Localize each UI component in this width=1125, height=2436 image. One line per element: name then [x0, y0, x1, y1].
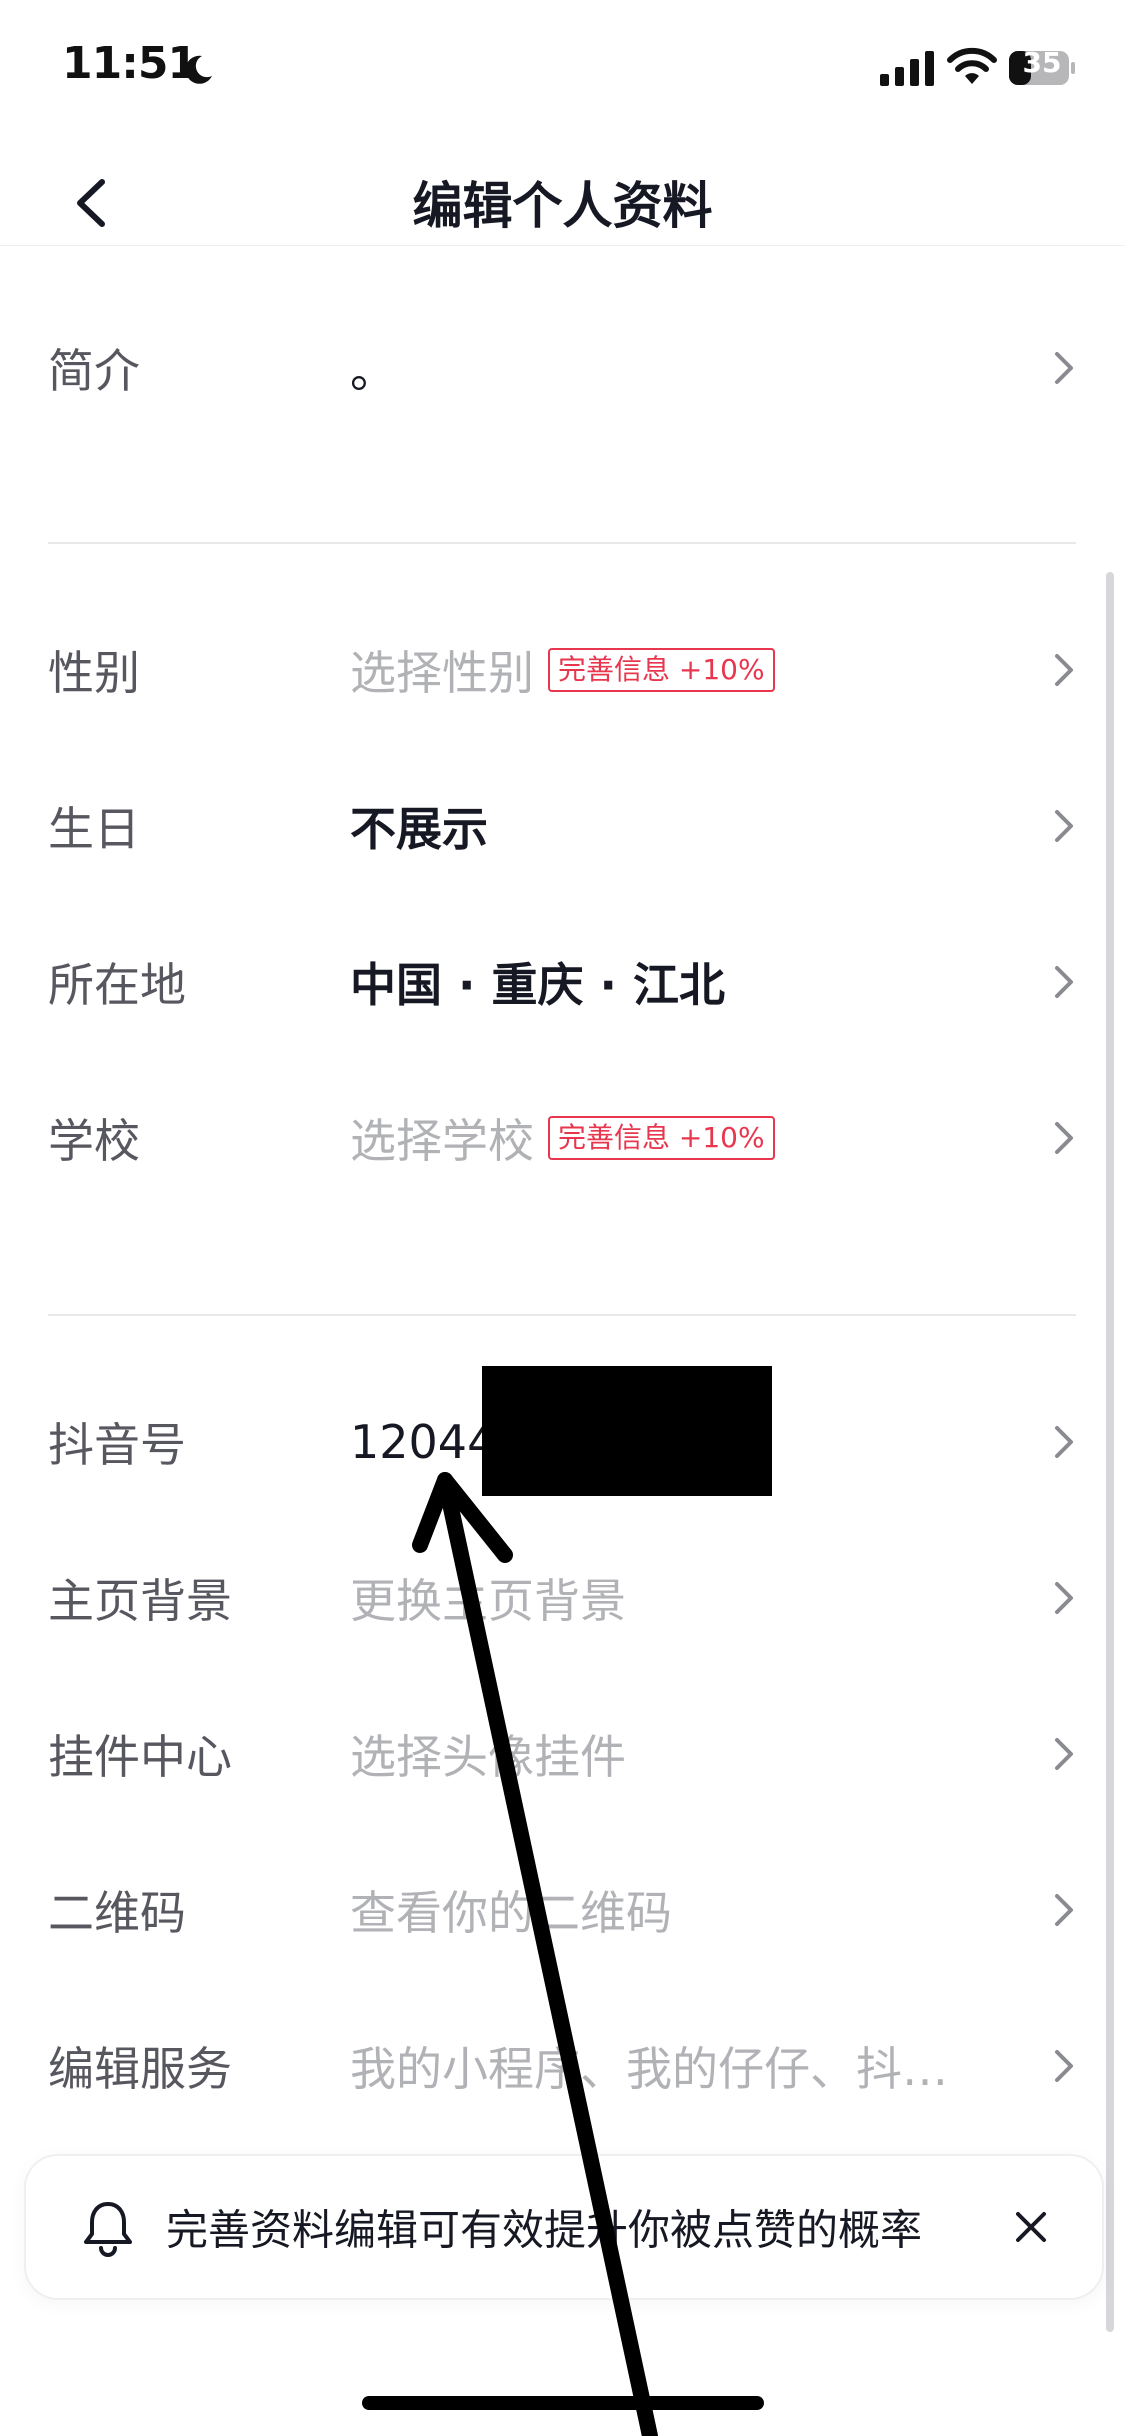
gender-placeholder: 选择性别	[350, 646, 534, 700]
row-value: 我的小程序、我的仔仔、抖…	[350, 2042, 948, 2096]
chevron-right-icon	[1055, 1894, 1073, 1926]
row-school[interactable]: 学校 选择学校 完善信息 +10%	[0, 1060, 1125, 1216]
chevron-right-icon	[1055, 1426, 1073, 1458]
signal-icon	[880, 51, 934, 86]
chevron-right-icon	[1055, 352, 1073, 384]
row-value: 查看你的二维码	[350, 1886, 672, 1940]
row-value: 12044	[350, 1415, 497, 1469]
row-value: 选择头像挂件	[350, 1730, 626, 1784]
row-homepage-background[interactable]: 主页背景 更换主页背景	[0, 1520, 1125, 1676]
row-gender[interactable]: 性别 选择性别 完善信息 +10%	[0, 592, 1125, 748]
row-birthday[interactable]: 生日 不展示	[0, 748, 1125, 904]
row-label: 生日	[48, 802, 140, 856]
battery-level: 35	[1022, 46, 1062, 79]
row-edit-services[interactable]: 编辑服务 我的小程序、我的仔仔、抖…	[0, 1988, 1125, 2144]
chevron-right-icon	[1055, 1738, 1073, 1770]
row-value: 不展示	[350, 802, 488, 856]
row-qr-code[interactable]: 二维码 查看你的二维码	[0, 1832, 1125, 1988]
chevron-right-icon	[1055, 2050, 1073, 2082]
row-label: 学校	[48, 1114, 140, 1168]
chevron-right-icon	[1055, 810, 1073, 842]
row-pendant-center[interactable]: 挂件中心 选择头像挂件	[0, 1676, 1125, 1832]
row-value: 。	[350, 344, 396, 398]
divider	[48, 1314, 1076, 1316]
row-label: 简介	[48, 344, 140, 398]
chevron-right-icon	[1055, 1122, 1073, 1154]
row-label: 编辑服务	[48, 2042, 232, 2096]
moon-icon	[185, 55, 212, 84]
wifi-icon	[947, 47, 997, 84]
tip-banner: 完善资料编辑可有效提升你被点赞的概率	[24, 2154, 1104, 2300]
row-label: 所在地	[48, 958, 186, 1012]
row-value: 选择学校 完善信息 +10%	[350, 1105, 775, 1171]
tip-text: 完善资料编辑可有效提升你被点赞的概率	[166, 2205, 923, 2255]
row-label: 二维码	[48, 1886, 186, 1940]
chevron-right-icon	[1055, 1582, 1073, 1614]
scrollbar[interactable]	[1106, 572, 1114, 2332]
school-placeholder: 选择学校	[350, 1114, 534, 1168]
row-label: 抖音号	[48, 1418, 186, 1472]
row-value: 选择性别 完善信息 +10%	[350, 637, 775, 703]
redaction-block	[482, 1366, 772, 1496]
page-title: 编辑个人资料	[412, 177, 713, 235]
row-label: 挂件中心	[48, 1730, 232, 1784]
status-time: 11:51	[62, 38, 198, 89]
bell-icon	[84, 2202, 132, 2257]
row-location[interactable]: 所在地 中国 · 重庆 · 江北	[0, 904, 1125, 1060]
row-value: 更换主页背景	[350, 1574, 626, 1628]
bonus-badge: 完善信息 +10%	[548, 1116, 775, 1160]
divider	[48, 542, 1076, 544]
row-label: 性别	[48, 646, 140, 700]
bonus-badge: 完善信息 +10%	[548, 648, 775, 692]
row-label: 主页背景	[48, 1574, 232, 1628]
status-bar: 11:51 35	[0, 0, 1125, 140]
chevron-right-icon	[1055, 654, 1073, 686]
nav-bar: 编辑个人资料	[0, 140, 1125, 246]
home-indicator[interactable]	[362, 2396, 764, 2410]
close-icon[interactable]	[1012, 2208, 1050, 2246]
chevron-right-icon	[1055, 966, 1073, 998]
row-value: 中国 · 重庆 · 江北	[350, 958, 726, 1012]
row-bio[interactable]: 简介 。	[0, 290, 1125, 446]
